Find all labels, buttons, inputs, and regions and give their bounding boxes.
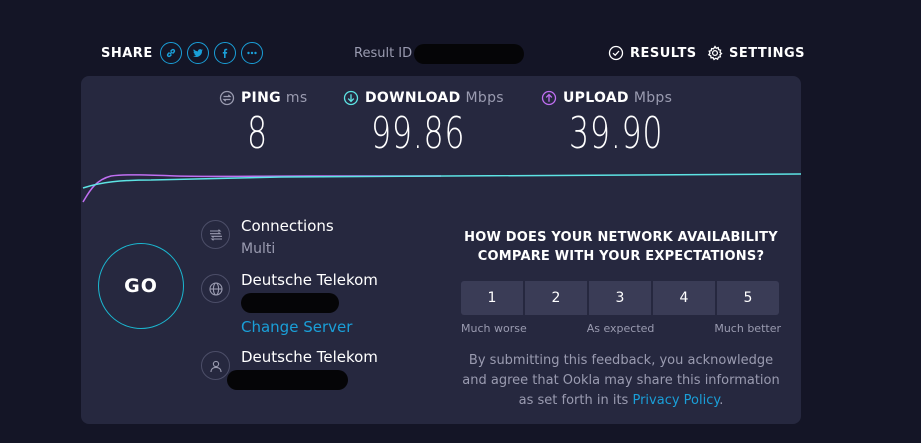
download-metric: DOWNLOAD Mbps 99.86 [343,90,504,160]
feedback-panel: HOW DOES YOUR NETWORK AVAILABILITY COMPA… [461,228,781,411]
rating-button-2[interactable]: 2 [525,281,587,315]
ping-icon [219,90,235,106]
connections-title: Connections [241,217,334,235]
privacy-policy-link[interactable]: Privacy Policy [632,393,719,408]
feedback-disclaimer: By submitting this feedback, you acknowl… [461,351,781,411]
upload-metric: UPLOAD Mbps 39.90 [541,90,700,160]
connections-icon [201,220,230,249]
result-id-redacted [414,44,524,64]
upload-unit: Mbps [633,90,673,106]
gear-icon [707,45,723,61]
share-bar: SHARE [101,42,268,64]
ping-label: PING [241,90,281,106]
download-unit: Mbps [465,90,504,106]
rating-button-4[interactable]: 4 [653,281,715,315]
go-button[interactable]: GO [98,243,184,329]
ping-value: 8 [247,108,268,159]
rating-scale: 1 2 3 4 5 [461,281,781,315]
disclaimer-line1: By submitting this feedback, you acknowl… [468,353,774,368]
download-icon [343,90,359,106]
rating-scale-labels: Much worse As expected Much better [461,322,781,335]
client-ip-redacted [227,370,348,390]
settings-label: SETTINGS [729,45,806,61]
upload-icon [541,90,557,106]
feedback-question: HOW DOES YOUR NETWORK AVAILABILITY COMPA… [461,228,781,266]
server-provider: Deutsche Telekom [241,271,378,289]
results-link[interactable]: RESULTS [608,45,697,61]
change-server-link[interactable]: Change Server [241,318,378,336]
rating-button-1[interactable]: 1 [461,281,523,315]
rating-button-5[interactable]: 5 [717,281,779,315]
rating-button-3[interactable]: 3 [589,281,651,315]
top-bar: SHARE Result ID RESULTS SETTINGS [0,0,921,76]
results-label: RESULTS [630,45,697,61]
client-provider: Deutsche Telekom [241,348,378,366]
rating-mid-label: As expected [586,322,655,335]
result-card: PING ms 8 DOWNLOAD Mbps 99.86 UPLOAD Mbp… [81,76,801,424]
download-value: 99.86 [371,108,466,159]
link-icon[interactable] [159,42,182,64]
server-location-redacted [241,293,339,313]
feedback-question-line1: HOW DOES YOUR NETWORK AVAILABILITY [464,230,778,245]
connections-value: Multi [241,241,276,257]
upload-graph-line [82,174,441,203]
share-label: SHARE [101,45,153,61]
disclaimer-line3: as set forth in its Privacy Policy. [461,391,781,411]
facebook-icon[interactable] [213,42,236,64]
server-row: Deutsche Telekom Change Server [201,271,378,336]
twitter-icon[interactable] [186,42,209,64]
rating-low-label: Much worse [461,322,527,335]
disclaimer-line2: and agree that Ookla may share this info… [462,373,780,388]
speed-graph [82,173,801,203]
disclaimer-line3-text: as set forth in its [518,393,633,408]
upload-label: UPLOAD [563,90,629,106]
settings-link[interactable]: SETTINGS [707,45,805,61]
disclaimer-end: . [719,393,724,408]
feedback-question-line2: COMPARE WITH YOUR EXPECTATIONS? [477,249,765,264]
download-label: DOWNLOAD [365,90,461,106]
globe-icon [201,274,230,303]
more-icon[interactable] [240,42,263,64]
check-circle-icon [608,45,624,61]
result-id-label: Result ID [354,46,413,61]
upload-value: 39.90 [569,108,664,159]
ping-metric: PING ms 8 [219,90,307,160]
rating-high-label: Much better [714,322,781,335]
connections-row: Connections Multi [201,217,334,257]
user-icon [201,351,230,380]
client-row: Deutsche Telekom [201,348,378,390]
ping-unit: ms [285,90,308,106]
